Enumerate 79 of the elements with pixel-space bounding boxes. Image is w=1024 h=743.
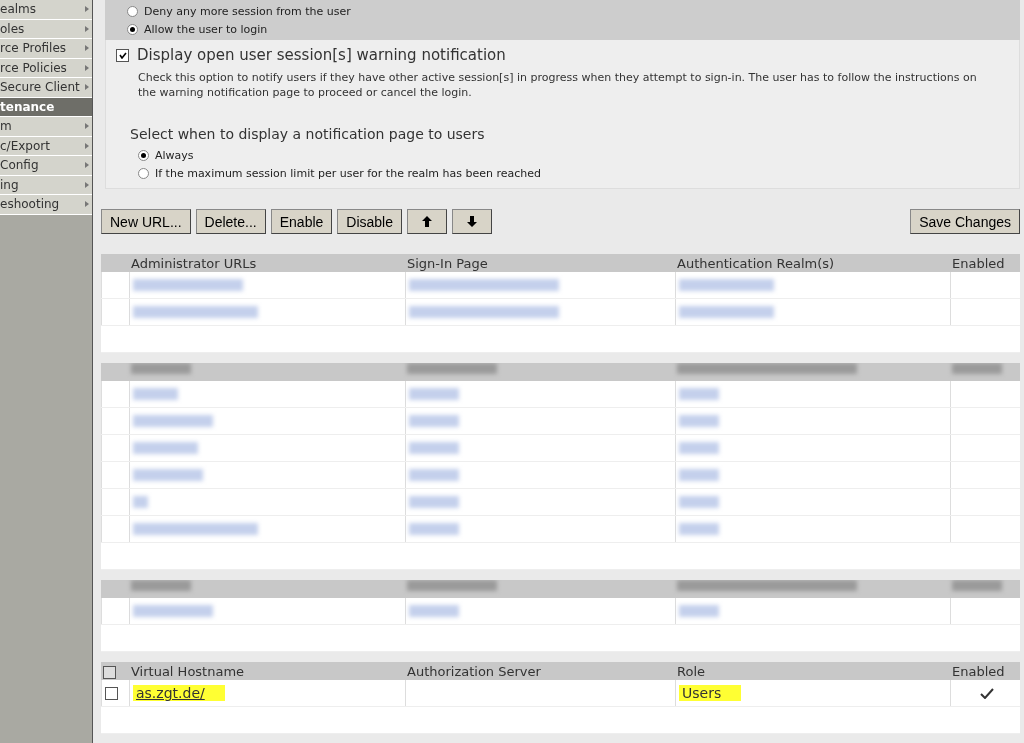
- column-header: Enabled: [951, 663, 1006, 680]
- blurred-text: [409, 469, 459, 481]
- blurred-text: [133, 442, 198, 454]
- radio-option[interactable]: Deny any more session from the user: [127, 2, 1020, 20]
- radio-button[interactable]: [138, 167, 149, 179]
- select-all-checkbox[interactable]: [103, 665, 116, 679]
- toolbar-button[interactable]: Delete...: [195, 209, 266, 234]
- caret-icon: [85, 64, 89, 71]
- column-header: Authentication Realm(s): [676, 255, 836, 272]
- sidebar-item[interactable]: rce Policies: [0, 58, 92, 78]
- column-header: Enabled: [951, 255, 1006, 272]
- column-header: Sign-In Page: [406, 255, 489, 272]
- move-up-button[interactable]: [407, 209, 447, 234]
- blurred-text: [679, 442, 719, 454]
- sidebar-item[interactable]: ing: [0, 175, 92, 195]
- sidebar-section-header[interactable]: tenance: [0, 97, 92, 117]
- blurred-text: [679, 523, 719, 535]
- blurred-text: [409, 388, 459, 400]
- column-header: Authorization Server: [406, 663, 542, 680]
- radio-label: Always: [155, 148, 194, 162]
- toolbar-button[interactable]: Enable: [270, 209, 333, 234]
- sidebar-item[interactable]: c/Export: [0, 136, 92, 156]
- move-down-button[interactable]: [452, 209, 492, 234]
- blurred-header: [131, 580, 191, 591]
- sidebar-item[interactable]: rce Profiles: [0, 39, 92, 59]
- blurred-header: [952, 580, 1002, 591]
- caret-icon: [85, 142, 89, 149]
- column-header: Administrator URLs: [130, 255, 258, 272]
- sidebar-item[interactable]: eshooting: [0, 195, 92, 215]
- radio-label: If the maximum session limit per user for the realm has been reached: [155, 166, 541, 180]
- description-text: Check this option to notify users if they have other active session[s] in progress when they attempt to sign-in. The user has to follow the instructions on the warning notification page to proceed or cancel the login.: [138, 70, 978, 100]
- down-arrow-icon: [467, 216, 477, 227]
- blurred-text: [133, 496, 148, 508]
- sidebar-item[interactable]: m: [0, 117, 92, 137]
- blurred-text: [133, 469, 203, 481]
- blurred-text: [409, 523, 459, 535]
- blurred-text: [409, 605, 459, 617]
- caret-icon: [85, 6, 89, 13]
- save-changes-button[interactable]: Save Changes: [910, 209, 1020, 234]
- column-header: Virtual Hostname: [130, 663, 246, 680]
- radio-label: Deny any more session from the user: [144, 4, 351, 18]
- blurred-header: [131, 363, 191, 374]
- row-checkbox[interactable]: [105, 686, 118, 700]
- table-cell: Users: [682, 685, 722, 701]
- blurred-text: [679, 469, 719, 481]
- sidebar-item[interactable]: ealms: [0, 0, 92, 20]
- caret-icon: [85, 201, 89, 208]
- sidebar-item[interactable]: Config: [0, 156, 92, 176]
- blurred-text: [409, 415, 459, 427]
- radio-option[interactable]: If the maximum session limit per user for the realm has been reached: [138, 164, 1019, 182]
- radio-label: Allow the user to login: [144, 22, 268, 36]
- radio-button[interactable]: [127, 5, 138, 17]
- caret-icon: [85, 123, 89, 130]
- blurred-header: [952, 363, 1002, 374]
- blurred-text: [679, 605, 719, 617]
- toolbar-button[interactable]: Disable: [337, 209, 402, 234]
- caret-icon: [85, 162, 89, 169]
- caret-icon: [85, 181, 89, 188]
- caret-icon: [85, 84, 89, 91]
- caret-icon: [85, 45, 89, 52]
- column-header: Role: [676, 663, 706, 680]
- blurred-text: [679, 496, 719, 508]
- section-title: Select when to display a notification page to users: [130, 126, 486, 142]
- toolbar-button[interactable]: New URL...: [101, 209, 191, 234]
- caret-icon: [85, 25, 89, 32]
- radio-button[interactable]: [127, 23, 138, 35]
- radio-button[interactable]: [138, 149, 149, 161]
- up-arrow-icon: [422, 216, 432, 227]
- blurred-text: [133, 388, 178, 400]
- blurred-text: [409, 442, 459, 454]
- checkbox-label: Display open user session[s] warning notification: [137, 46, 506, 64]
- sidebar-item[interactable]: Secure Client: [0, 78, 92, 98]
- radio-option[interactable]: Allow the user to login: [127, 20, 1020, 38]
- checkbox[interactable]: [116, 48, 129, 62]
- blurred-text: [409, 496, 459, 508]
- blurred-text: [679, 415, 719, 427]
- sidebar-item[interactable]: oles: [0, 19, 92, 39]
- radio-option[interactable]: Always: [138, 146, 1019, 164]
- blurred-text: [679, 388, 719, 400]
